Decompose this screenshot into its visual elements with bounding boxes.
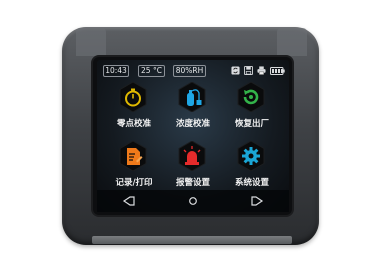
back-icon[interactable] [122,195,136,207]
forward-icon[interactable] [250,195,264,207]
device-clip-left [76,28,106,56]
sync-icon [231,66,240,75]
home-icon[interactable] [186,195,200,207]
tile-label: 记录/打印 [115,178,153,188]
tile-concentration-calibration[interactable]: 浓度校准 [165,82,221,132]
gas-bottle-icon [178,82,206,112]
device-bottom-lip [92,236,292,244]
document-edit-icon [119,141,147,171]
tile-zero-calibration[interactable]: 零点校准 [106,82,162,132]
tile-alarm-settings[interactable]: 报警设置 [165,141,221,191]
device-clip-right [277,28,307,56]
time-readout: 10:43 [103,65,129,77]
tile-label: 浓度校准 [175,119,210,129]
tile-label: 恢复出厂 [234,119,269,129]
alarm-light-icon [178,141,206,171]
humidity-readout: 80%RH [173,65,206,77]
tile-label: 系统设置 [234,178,269,188]
battery-icon [270,66,285,75]
status-bar: 10:43 25 °C 80%RH [97,62,289,80]
save-icon[interactable] [244,66,253,75]
tile-record-print[interactable]: 记录/打印 [106,141,162,191]
tile-system-settings[interactable]: 系统设置 [224,141,280,191]
temperature-readout: 25 °C [138,65,165,77]
tile-factory-reset[interactable]: 恢复出厂 [224,82,280,132]
printer-icon[interactable] [257,66,266,75]
refresh-icon [237,82,265,112]
tile-label: 零点校准 [116,119,151,129]
tile-label: 报警设置 [175,178,210,188]
navigation-bar [97,190,289,212]
gear-icon [237,141,265,171]
stopwatch-icon [119,82,147,112]
